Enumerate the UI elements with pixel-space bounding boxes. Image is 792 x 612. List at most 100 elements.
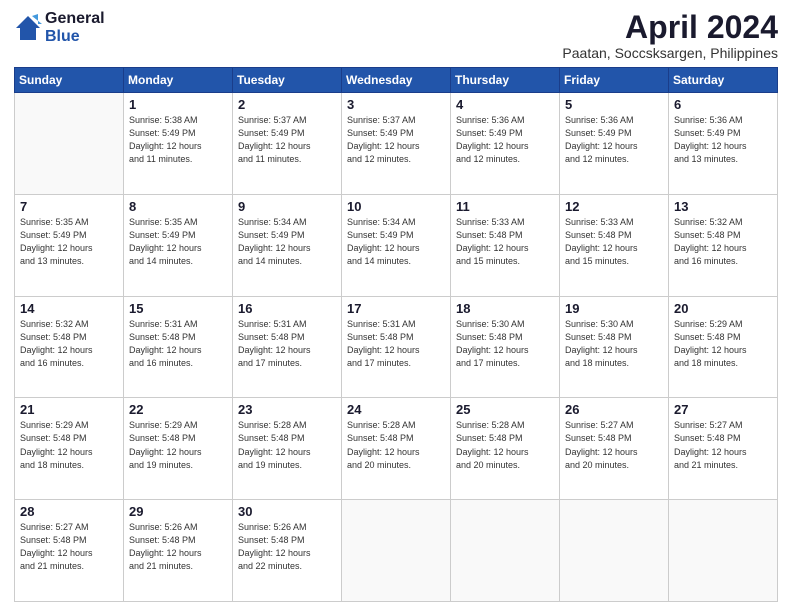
calendar-cell-w4-d5 [560, 500, 669, 602]
day-info: Sunrise: 5:36 AM Sunset: 5:49 PM Dayligh… [674, 114, 772, 166]
day-info: Sunrise: 5:27 AM Sunset: 5:48 PM Dayligh… [20, 521, 118, 573]
day-info: Sunrise: 5:34 AM Sunset: 5:49 PM Dayligh… [238, 216, 336, 268]
calendar-body: 1 Sunrise: 5:38 AM Sunset: 5:49 PM Daylig… [15, 93, 778, 602]
calendar-cell-w3-d5: 26 Sunrise: 5:27 AM Sunset: 5:48 PM Dayli… [560, 398, 669, 500]
day-info: Sunrise: 5:34 AM Sunset: 5:49 PM Dayligh… [347, 216, 445, 268]
day-number: 30 [238, 504, 336, 519]
day-number: 14 [20, 301, 118, 316]
day-info: Sunrise: 5:32 AM Sunset: 5:48 PM Dayligh… [674, 216, 772, 268]
day-info: Sunrise: 5:37 AM Sunset: 5:49 PM Dayligh… [347, 114, 445, 166]
calendar-cell-w0-d1: 1 Sunrise: 5:38 AM Sunset: 5:49 PM Daylig… [124, 93, 233, 195]
calendar-cell-w1-d5: 12 Sunrise: 5:33 AM Sunset: 5:48 PM Dayli… [560, 194, 669, 296]
calendar-cell-w3-d0: 21Sunrise: 5:29 AM Sunset: 5:48 PM Dayli… [15, 398, 124, 500]
day-info: Sunrise: 5:28 AM Sunset: 5:48 PM Dayligh… [347, 419, 445, 471]
day-number: 17 [347, 301, 445, 316]
logo-blue-text: Blue [45, 28, 105, 46]
day-info: Sunrise: 5:38 AM Sunset: 5:49 PM Dayligh… [129, 114, 227, 166]
day-info: Sunrise: 5:30 AM Sunset: 5:48 PM Dayligh… [456, 318, 554, 370]
day-number: 18 [456, 301, 554, 316]
day-number: 4 [456, 97, 554, 112]
calendar-cell-w3-d1: 22Sunrise: 5:29 AM Sunset: 5:48 PM Dayli… [124, 398, 233, 500]
day-info: Sunrise: 5:27 AM Sunset: 5:48 PM Dayligh… [565, 419, 663, 471]
day-info: Sunrise: 5:31 AM Sunset: 5:48 PM Dayligh… [347, 318, 445, 370]
col-thursday: Thursday [451, 68, 560, 93]
calendar-cell-w2-d2: 16Sunrise: 5:31 AM Sunset: 5:48 PM Dayli… [233, 296, 342, 398]
day-info: Sunrise: 5:31 AM Sunset: 5:48 PM Dayligh… [238, 318, 336, 370]
col-friday: Friday [560, 68, 669, 93]
day-number: 12 [565, 199, 663, 214]
day-number: 29 [129, 504, 227, 519]
day-info: Sunrise: 5:30 AM Sunset: 5:48 PM Dayligh… [565, 318, 663, 370]
day-info: Sunrise: 5:36 AM Sunset: 5:49 PM Dayligh… [565, 114, 663, 166]
day-info: Sunrise: 5:32 AM Sunset: 5:48 PM Dayligh… [20, 318, 118, 370]
day-number: 27 [674, 402, 772, 417]
calendar-cell-w1-d2: 9Sunrise: 5:34 AM Sunset: 5:49 PM Daylig… [233, 194, 342, 296]
calendar-cell-w0-d4: 4 Sunrise: 5:36 AM Sunset: 5:49 PM Daylig… [451, 93, 560, 195]
calendar-cell-w4-d2: 30 Sunrise: 5:26 AM Sunset: 5:48 PM Dayli… [233, 500, 342, 602]
day-number: 21 [20, 402, 118, 417]
calendar-cell-w4-d1: 29 Sunrise: 5:26 AM Sunset: 5:48 PM Dayli… [124, 500, 233, 602]
calendar-cell-w1-d6: 13Sunrise: 5:32 AM Sunset: 5:48 PM Dayli… [669, 194, 778, 296]
day-number: 23 [238, 402, 336, 417]
month-title: April 2024 [562, 10, 778, 45]
calendar-cell-w0-d6: 6 Sunrise: 5:36 AM Sunset: 5:49 PM Daylig… [669, 93, 778, 195]
logo-text: General Blue [45, 10, 105, 45]
day-info: Sunrise: 5:33 AM Sunset: 5:48 PM Dayligh… [565, 216, 663, 268]
calendar-cell-w4-d4 [451, 500, 560, 602]
calendar-cell-w2-d3: 17 Sunrise: 5:31 AM Sunset: 5:48 PM Dayli… [342, 296, 451, 398]
logo-icon [14, 14, 42, 42]
day-number: 20 [674, 301, 772, 316]
logo-general-text: General [45, 10, 105, 28]
day-info: Sunrise: 5:36 AM Sunset: 5:49 PM Dayligh… [456, 114, 554, 166]
header: General Blue April 2024 Paatan, Soccsksa… [14, 10, 778, 61]
calendar-cell-w2-d5: 19Sunrise: 5:30 AM Sunset: 5:48 PM Dayli… [560, 296, 669, 398]
week-row-4: 28Sunrise: 5:27 AM Sunset: 5:48 PM Dayli… [15, 500, 778, 602]
calendar-table: Sunday Monday Tuesday Wednesday Thursday… [14, 67, 778, 602]
calendar-cell-w0-d0 [15, 93, 124, 195]
calendar-cell-w2-d6: 20 Sunrise: 5:29 AM Sunset: 5:48 PM Dayli… [669, 296, 778, 398]
day-info: Sunrise: 5:35 AM Sunset: 5:49 PM Dayligh… [129, 216, 227, 268]
day-number: 10 [347, 199, 445, 214]
col-sunday: Sunday [15, 68, 124, 93]
day-info: Sunrise: 5:31 AM Sunset: 5:48 PM Dayligh… [129, 318, 227, 370]
day-info: Sunrise: 5:37 AM Sunset: 5:49 PM Dayligh… [238, 114, 336, 166]
day-number: 5 [565, 97, 663, 112]
page: General Blue April 2024 Paatan, Soccsksa… [0, 0, 792, 612]
location-subtitle: Paatan, Soccsksargen, Philippines [562, 45, 778, 61]
calendar-cell-w4-d3 [342, 500, 451, 602]
day-number: 3 [347, 97, 445, 112]
day-number: 11 [456, 199, 554, 214]
day-number: 22 [129, 402, 227, 417]
calendar-cell-w3-d6: 27 Sunrise: 5:27 AM Sunset: 5:48 PM Dayli… [669, 398, 778, 500]
col-saturday: Saturday [669, 68, 778, 93]
calendar-cell-w0-d2: 2 Sunrise: 5:37 AM Sunset: 5:49 PM Daylig… [233, 93, 342, 195]
calendar-cell-w1-d0: 7Sunrise: 5:35 AM Sunset: 5:49 PM Daylig… [15, 194, 124, 296]
day-info: Sunrise: 5:33 AM Sunset: 5:48 PM Dayligh… [456, 216, 554, 268]
day-info: Sunrise: 5:27 AM Sunset: 5:48 PM Dayligh… [674, 419, 772, 471]
calendar-cell-w3-d2: 23 Sunrise: 5:28 AM Sunset: 5:48 PM Dayli… [233, 398, 342, 500]
day-info: Sunrise: 5:26 AM Sunset: 5:48 PM Dayligh… [238, 521, 336, 573]
calendar-cell-w0-d5: 5 Sunrise: 5:36 AM Sunset: 5:49 PM Daylig… [560, 93, 669, 195]
week-row-3: 21Sunrise: 5:29 AM Sunset: 5:48 PM Dayli… [15, 398, 778, 500]
day-number: 8 [129, 199, 227, 214]
day-number: 26 [565, 402, 663, 417]
calendar-cell-w2-d0: 14 Sunrise: 5:32 AM Sunset: 5:48 PM Dayli… [15, 296, 124, 398]
week-row-1: 7 Sunrise: 5:35 AM Sunset: 5:49 PM Daylig… [15, 194, 778, 296]
calendar-cell-w2-d1: 15 Sunrise: 5:31 AM Sunset: 5:48 PM Dayli… [124, 296, 233, 398]
day-number: 15 [129, 301, 227, 316]
day-number: 6 [674, 97, 772, 112]
title-block: April 2024 Paatan, Soccsksargen, Philipp… [562, 10, 778, 61]
day-info: Sunrise: 5:28 AM Sunset: 5:48 PM Dayligh… [456, 419, 554, 471]
col-monday: Monday [124, 68, 233, 93]
week-row-0: 1 Sunrise: 5:38 AM Sunset: 5:49 PM Daylig… [15, 93, 778, 195]
calendar-cell-w3-d4: 25Sunrise: 5:28 AM Sunset: 5:48 PM Dayli… [451, 398, 560, 500]
day-number: 2 [238, 97, 336, 112]
day-number: 1 [129, 97, 227, 112]
header-row: Sunday Monday Tuesday Wednesday Thursday… [15, 68, 778, 93]
day-info: Sunrise: 5:28 AM Sunset: 5:48 PM Dayligh… [238, 419, 336, 471]
day-number: 24 [347, 402, 445, 417]
week-row-2: 14 Sunrise: 5:32 AM Sunset: 5:48 PM Dayli… [15, 296, 778, 398]
day-info: Sunrise: 5:26 AM Sunset: 5:48 PM Dayligh… [129, 521, 227, 573]
day-info: Sunrise: 5:29 AM Sunset: 5:48 PM Dayligh… [674, 318, 772, 370]
day-number: 7 [20, 199, 118, 214]
